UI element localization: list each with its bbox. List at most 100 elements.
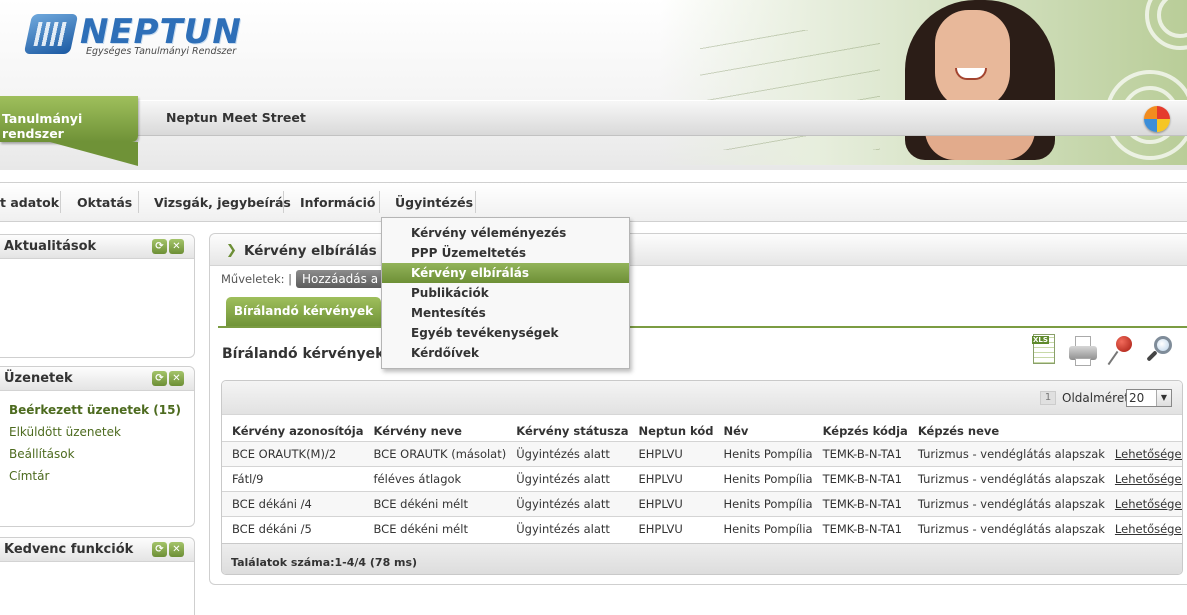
cell-kerveny-azonosito: Fátl/9 [222, 465, 364, 491]
table-row[interactable]: Fátl/9 féléves átlagok Ügyintézés alatt … [222, 465, 1182, 491]
column-header[interactable]: Kérvény neve [364, 415, 507, 441]
menu-item-adatok[interactable]: t adatok [0, 195, 59, 210]
table-row[interactable]: BCE dékáni /4 BCE dékéni mélt Ügyintézés… [222, 490, 1182, 516]
banner-photo [905, 0, 1055, 160]
menu-item-informacio[interactable]: Információ [300, 195, 375, 210]
cell-kepzes-kodja: TEMK-B-N-TA1 [812, 465, 908, 491]
dropdown-item-kerveny-elbiralas[interactable]: Kérvény elbírálás [382, 263, 629, 283]
cell-kepzes-kodja: TEMK-B-N-TA1 [812, 490, 908, 516]
cell-kepzes-kodja: TEMK-B-N-TA1 [812, 515, 908, 541]
excel-export-icon[interactable]: XLS [1030, 334, 1060, 368]
color-theme-icon[interactable] [1144, 106, 1170, 132]
cell-kepzes-kodja: TEMK-B-N-TA1 [812, 440, 908, 466]
dropdown-item-kerveny-velemenyezes[interactable]: Kérvény véleményezés [382, 223, 629, 243]
cell-kerveny-statusza: Ügyintézés alatt [506, 490, 629, 516]
pin-icon[interactable] [1106, 334, 1136, 368]
panel-title: Aktualitások [4, 239, 97, 254]
circle-decoration [1085, 0, 1187, 165]
dropdown-item-ppp-uzemeltetes[interactable]: PPP Üzemeltetés [382, 243, 629, 263]
page-size-value: 20 [1129, 391, 1145, 405]
panel-title: Üzenetek [4, 371, 73, 386]
dropdown-item-egyeb-tevekenysegek[interactable]: Egyéb tevékenységek [382, 323, 629, 343]
menu-item-oktatas[interactable]: Oktatás [77, 195, 132, 210]
ugyintezes-dropdown: Kérvény véleményezés PPP Üzemeltetés Kér… [381, 217, 630, 369]
neptun-logo[interactable]: NEPTUN Egységes Tanulmányi Rendszer [23, 12, 248, 60]
page-title: Kérvény elbírálás [244, 243, 377, 259]
dropdown-item-publikaciok[interactable]: Publikációk [382, 283, 629, 303]
cell-kerveny-statusza: Ügyintézés alatt [506, 515, 629, 541]
table-row[interactable]: BCE dékáni /5 BCE dékéni mélt Ügyintézés… [222, 515, 1182, 541]
dropdown-item-kerdoivek[interactable]: Kérdőívek [382, 343, 629, 363]
cell-kerveny-neve: BCE dékéni mélt [363, 490, 507, 516]
table-header-row: Kérvény azonosítója Kérvény neve Kérvény… [222, 415, 1182, 441]
lehetosegek-link[interactable]: Lehetőségek [1115, 447, 1182, 461]
cell-neptun-kod: EHPLVU [628, 490, 714, 516]
close-icon[interactable]: ✕ [169, 371, 184, 386]
panel-title: Kedvenc funkciók [4, 542, 134, 557]
cell-kerveny-neve: BCE ORAUTK (másolat) [363, 440, 507, 466]
grid-toolbar: 1 Oldalméret 20 ▼ [222, 381, 1182, 415]
kervenyek-table: Kérvény azonosítója Kérvény neve Kérvény… [222, 415, 1182, 541]
cell-kerveny-statusza: Ügyintézés alatt [506, 440, 629, 466]
cell-kerveny-neve: féléves átlagok [363, 465, 507, 491]
muveletek-label: Műveletek: | [221, 272, 293, 286]
column-header[interactable]: Név [714, 415, 813, 441]
cell-kerveny-azonosito: BCE dékáni /4 [222, 490, 364, 516]
content-panel: ❯ Kérvény elbírálás Műveletek: | Hozzáad… [209, 233, 1187, 585]
close-icon[interactable]: ✕ [169, 542, 184, 557]
cell-neptun-kod: EHPLVU [628, 515, 714, 541]
print-icon[interactable] [1068, 334, 1098, 368]
panel-aktualitasok: Aktualitások ⟳ ✕ [0, 234, 195, 358]
link-beallitasok[interactable]: Beállítások [9, 443, 194, 465]
cell-kepzes-neve: Turizmus - vendéglátás alapszak [907, 465, 1105, 491]
link-beerkezett-uzenetek[interactable]: Beérkezett üzenetek (15) [9, 399, 194, 421]
refresh-icon[interactable]: ⟳ [152, 239, 167, 254]
page-size-select[interactable]: 20 ▼ [1126, 389, 1172, 407]
page-number[interactable]: 1 [1040, 391, 1056, 405]
tab-biralando-kervenyek[interactable]: Bírálandó kérvények [226, 297, 381, 327]
link-elkuldott-uzenetek[interactable]: Elküldött üzenetek [9, 421, 194, 443]
header-banner: NEPTUN Egységes Tanulmányi Rendszer Tanu… [0, 0, 1187, 170]
lehetosegek-link[interactable]: Lehetőségek [1115, 472, 1182, 486]
cell-kepzes-neve: Turizmus - vendéglátás alapszak [907, 440, 1105, 466]
section-title: Bírálandó kérvények [222, 346, 385, 362]
tab-tanulmanyi-rendszer[interactable]: Tanulmányi rendszer [0, 96, 138, 166]
menu-item-vizsgak[interactable]: Vizsgák, jegybeírás [154, 195, 291, 210]
cell-nev: Henits Pompília [713, 440, 813, 466]
menu-item-ugyintezes[interactable]: Ügyintézés [395, 195, 473, 210]
logo-subtitle: Egységes Tanulmányi Rendszer [86, 46, 237, 57]
content-header: ❯ Kérvény elbírálás [210, 234, 1187, 266]
cell-kepzes-neve: Turizmus - vendéglátás alapszak [907, 515, 1105, 541]
column-header[interactable]: Kérvény státusza [506, 415, 628, 441]
link-cimtar[interactable]: Címtár [9, 465, 194, 487]
table-row[interactable]: BCE ORAUTK(M)/2 BCE ORAUTK (másolat) Ügy… [222, 440, 1182, 466]
lehetosegek-link[interactable]: Lehetőségek [1115, 497, 1182, 511]
grid-footer: Találatok száma:1-4/4 (78 ms) [222, 543, 1182, 574]
page-size-label: Oldalméret [1062, 391, 1129, 405]
cell-kerveny-neve: BCE dékéni mélt [363, 515, 507, 541]
column-header[interactable]: Képzés kódja [813, 415, 908, 441]
column-header[interactable]: Neptun kód [628, 415, 713, 441]
refresh-icon[interactable]: ⟳ [152, 371, 167, 386]
cell-neptun-kod: EHPLVU [628, 440, 714, 466]
main-menu: t adatok Oktatás Vizsgák, jegybeírás Inf… [0, 182, 1187, 222]
cell-nev: Henits Pompília [713, 515, 813, 541]
lehetosegek-link[interactable]: Lehetőségek [1115, 522, 1182, 536]
add-to-favorites-button[interactable]: Hozzáadás a [296, 270, 385, 288]
refresh-icon[interactable]: ⟳ [152, 542, 167, 557]
column-header[interactable]: Kérvény azonosítója [222, 415, 364, 441]
close-icon[interactable]: ✕ [169, 239, 184, 254]
cell-kepzes-neve: Turizmus - vendéglátás alapszak [907, 490, 1105, 516]
search-icon[interactable] [1144, 334, 1174, 368]
chevron-down-icon[interactable]: ▼ [1156, 390, 1171, 406]
cell-kerveny-statusza: Ügyintézés alatt [506, 465, 629, 491]
result-count: Találatok száma:1-4/4 (78 ms) [231, 556, 418, 569]
column-header[interactable]: Képzés neve [908, 415, 1105, 441]
cell-kerveny-azonosito: BCE ORAUTK(M)/2 [222, 440, 364, 466]
dropdown-item-mentesites[interactable]: Mentesítés [382, 303, 629, 323]
kervenyek-grid: 1 Oldalméret 20 ▼ Kérvény azonosítója Ké… [221, 380, 1183, 575]
tab-neptun-meet-street[interactable]: Neptun Meet Street [166, 110, 306, 125]
chevron-right-icon: ❯ [226, 243, 237, 258]
column-header [1105, 415, 1182, 441]
panel-uzenetek: Üzenetek ⟳ ✕ Beérkezett üzenetek (15) El… [0, 366, 195, 527]
